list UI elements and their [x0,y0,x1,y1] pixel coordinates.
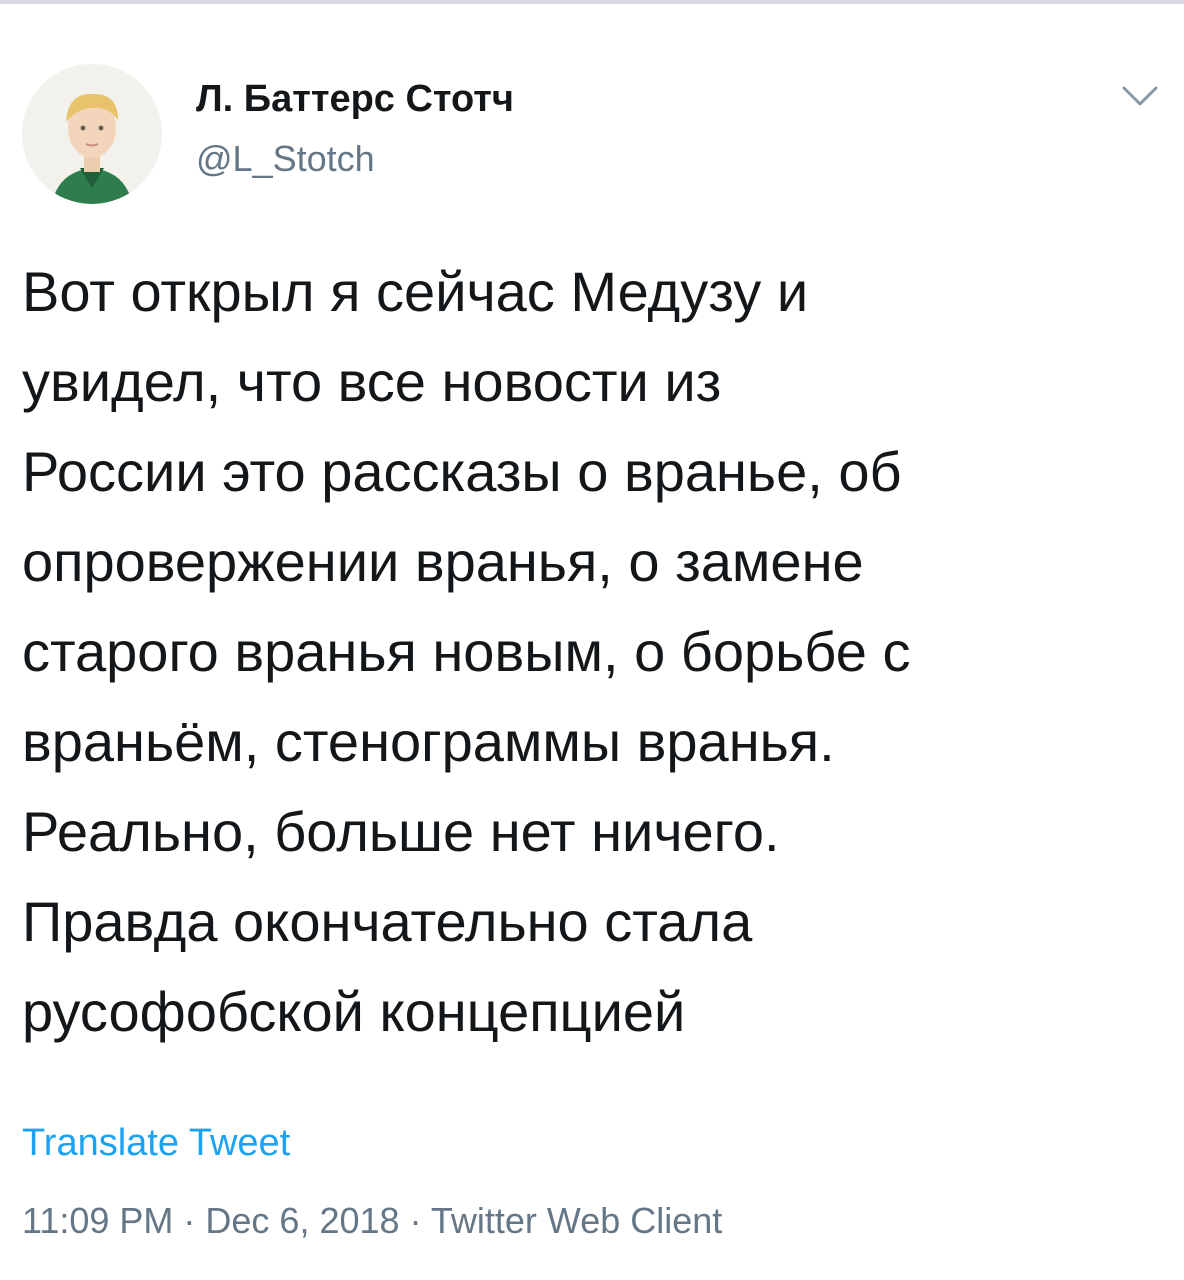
avatar[interactable] [22,64,162,204]
top-divider [0,0,1184,4]
chevron-down-icon[interactable] [1120,84,1160,110]
author-handle[interactable]: @L_Stotch [196,138,375,180]
translate-tweet-link[interactable]: Translate Tweet [22,1122,290,1165]
tweet-timestamp: 11:09 PM · Dec 6, 2018 · Twitter Web Cli… [22,1200,723,1241]
author-display-name[interactable]: Л. Баттерс Стотч [196,78,514,121]
tweet-text: Вот открыл я сейчас Медузу и увидел, что… [22,260,911,1043]
